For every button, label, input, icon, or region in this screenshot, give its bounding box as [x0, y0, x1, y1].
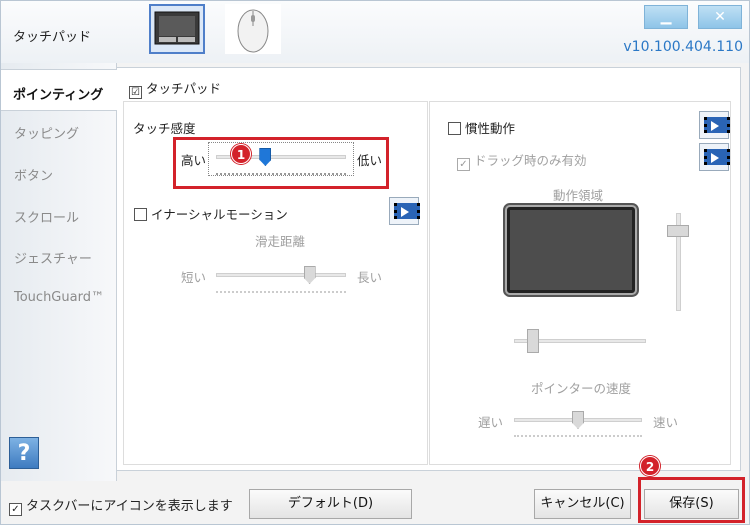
video-play-icon[interactable] — [389, 197, 420, 225]
cancel-button[interactable]: キャンセル(C) — [534, 489, 631, 519]
drag-only-label: ドラッグ時のみ有効 — [474, 153, 587, 168]
taskbar-icon-label: タスクバーにアイコンを表示します — [26, 499, 233, 514]
sidebar-item-gesture[interactable]: ジェスチャー — [14, 248, 92, 267]
checkbox-icon — [448, 122, 461, 135]
sensitivity-title: タッチ感度 — [133, 121, 196, 136]
close-button[interactable]: ✕ — [698, 5, 742, 29]
momentum-label: 慣性動作 — [465, 121, 516, 136]
touchpad-enable-label: タッチパッド — [146, 81, 222, 96]
momentum-checkbox[interactable]: 慣性動作 — [448, 118, 515, 137]
version-label: v10.100.404.110 — [623, 39, 743, 55]
checkbox-icon: ✓ — [457, 158, 470, 171]
pointer-speed-fast-label: 速い — [653, 415, 679, 430]
drag-only-checkbox[interactable]: ✓ ドラッグ時のみ有効 — [457, 150, 587, 171]
help-icon[interactable]: ? — [9, 437, 39, 469]
header-bar: タッチパッド ▁ ✕ v10.100.404.110 — [1, 1, 749, 63]
pointer-speed-slow-label: 遅い — [478, 415, 504, 430]
slide-distance-ticks — [216, 291, 346, 295]
sidebar: ポインティング タッピング ボタン スクロール ジェスチャー TouchGuar… — [1, 63, 119, 481]
sidebar-item-tapping[interactable]: タッピング — [14, 123, 79, 142]
taskbar-icon-checkbox[interactable]: ✓ タスクバーにアイコンを表示します — [9, 495, 233, 516]
annotation-box-2 — [638, 477, 745, 523]
touchpad-settings-window: タッチパッド ▁ ✕ v10.100.404.110 ポインティング タッピング… — [0, 0, 750, 525]
pointer-speed-title: ポインターの速度 — [531, 381, 632, 396]
annotation-badge-2: 2 — [640, 456, 660, 476]
sidebar-item-buttons[interactable]: ボタン — [14, 165, 53, 184]
checkbox-icon: ☑ — [129, 86, 142, 99]
video-play-icon[interactable] — [699, 111, 730, 139]
annotation-badge-1: 1 — [231, 144, 251, 164]
pointer-speed-ticks — [514, 435, 642, 439]
touchpad-device-icon[interactable] — [149, 4, 205, 54]
app-title: タッチパッド — [13, 30, 92, 45]
inertial-motion-label: イナーシャルモーション — [151, 207, 288, 222]
slide-distance-slider-track[interactable] — [216, 273, 346, 277]
sidebar-item-scroll[interactable]: スクロール — [14, 207, 79, 226]
area-vertical-slider-thumb[interactable] — [667, 225, 689, 237]
touchpad-enable-checkbox[interactable]: ☑ タッチパッド — [129, 78, 221, 99]
checkbox-icon: ✓ — [9, 503, 22, 516]
annotation-box-1 — [173, 137, 389, 189]
slide-long-label: 長い — [357, 270, 383, 285]
default-button[interactable]: デフォルト(D) — [249, 489, 412, 519]
checkbox-icon — [134, 208, 147, 221]
slide-short-label: 短い — [181, 270, 207, 285]
area-horizontal-slider-thumb[interactable] — [527, 329, 539, 353]
slide-distance-title: 滑走距離 — [255, 234, 306, 249]
video-play-icon[interactable] — [699, 143, 730, 171]
motion-area-preview — [507, 207, 635, 293]
mouse-device-icon[interactable] — [225, 4, 281, 54]
sidebar-item-touchguard[interactable]: TouchGuard™ — [14, 290, 104, 305]
motion-area-title: 動作領域 — [553, 188, 604, 203]
minimize-button[interactable]: ▁ — [644, 5, 688, 29]
inertial-motion-checkbox[interactable]: イナーシャルモーション — [134, 204, 288, 223]
sidebar-item-pointing[interactable]: ポインティング — [1, 69, 119, 111]
